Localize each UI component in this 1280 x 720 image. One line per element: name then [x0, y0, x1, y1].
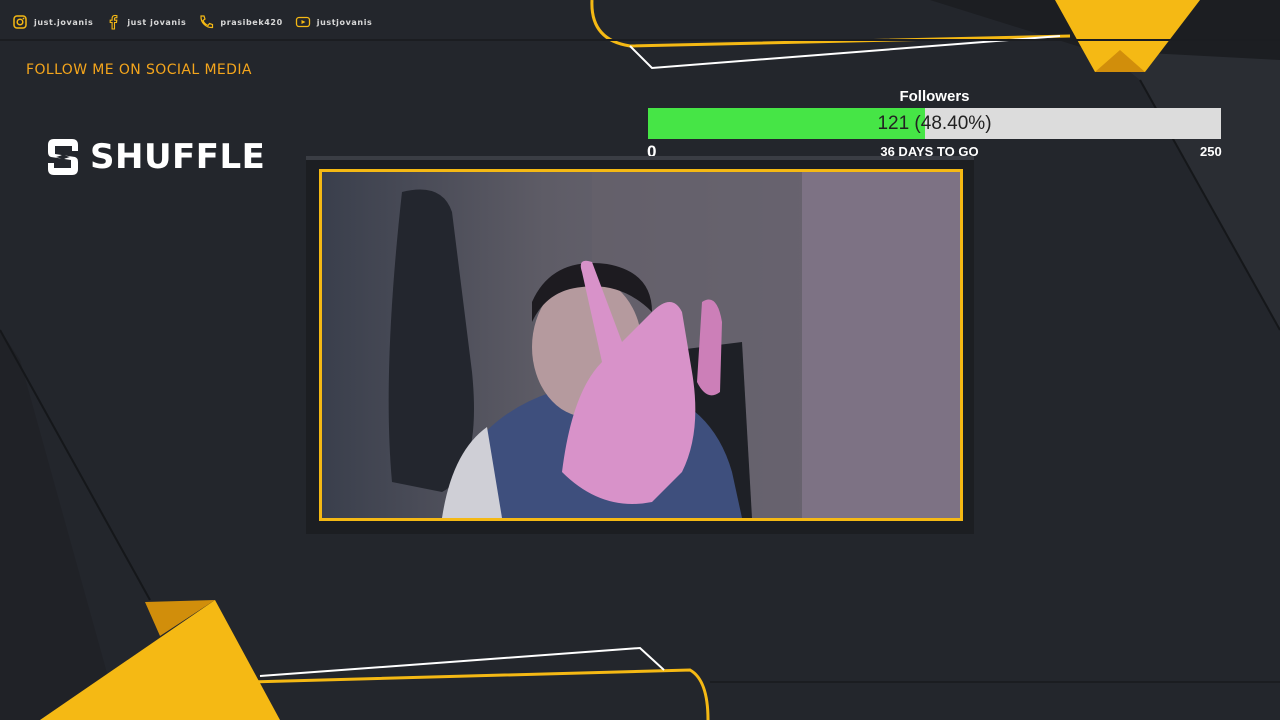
social-item-youtube[interactable]: justjovanis [295, 14, 373, 30]
phone-handle: prasibek420 [220, 17, 283, 27]
phone-icon [200, 15, 214, 29]
instagram-handle: just.jovanis [34, 17, 94, 27]
sponsor-name: SHUFFLE [90, 137, 266, 177]
social-item-facebook[interactable]: just jovanis [105, 14, 186, 30]
social-item-instagram[interactable]: just.jovanis [12, 14, 93, 30]
follower-goal-value: 121 (48.40%) [877, 113, 992, 134]
follow-social-heading: FOLLOW ME ON SOCIAL MEDIA [26, 62, 252, 78]
sponsor-logo: SHUFFLE [46, 137, 265, 177]
follower-goal-title: Followers [899, 88, 970, 105]
youtube-handle: justjovanis [316, 17, 373, 27]
webcam-feed [319, 169, 963, 521]
facebook-handle: just jovanis [127, 17, 187, 27]
follower-goal-max: 250 [1200, 144, 1222, 159]
social-item-phone[interactable]: prasibek420 [198, 14, 282, 30]
instagram-icon [13, 15, 27, 29]
webcam-image [322, 172, 960, 518]
youtube-icon [295, 16, 310, 28]
social-links-bar: just.jovanis just jovanis prasibek420 ju… [12, 12, 384, 32]
follower-goal-bar: 121 (48.40%) [648, 108, 1221, 139]
shuffle-logo-icon [48, 139, 78, 175]
facebook-icon [109, 14, 118, 30]
